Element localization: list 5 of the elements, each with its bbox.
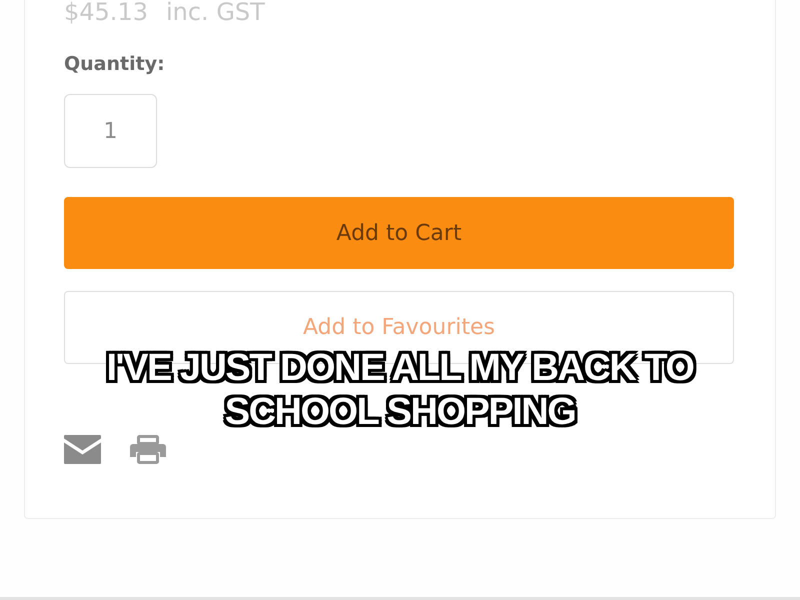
quantity-field[interactable]: 1 bbox=[64, 94, 157, 168]
envelope-icon[interactable] bbox=[64, 435, 101, 464]
quantity-label: Quantity: bbox=[64, 52, 165, 77]
add-to-cart-button[interactable]: Add to Cart bbox=[64, 197, 734, 269]
printer-icon[interactable] bbox=[130, 435, 166, 464]
